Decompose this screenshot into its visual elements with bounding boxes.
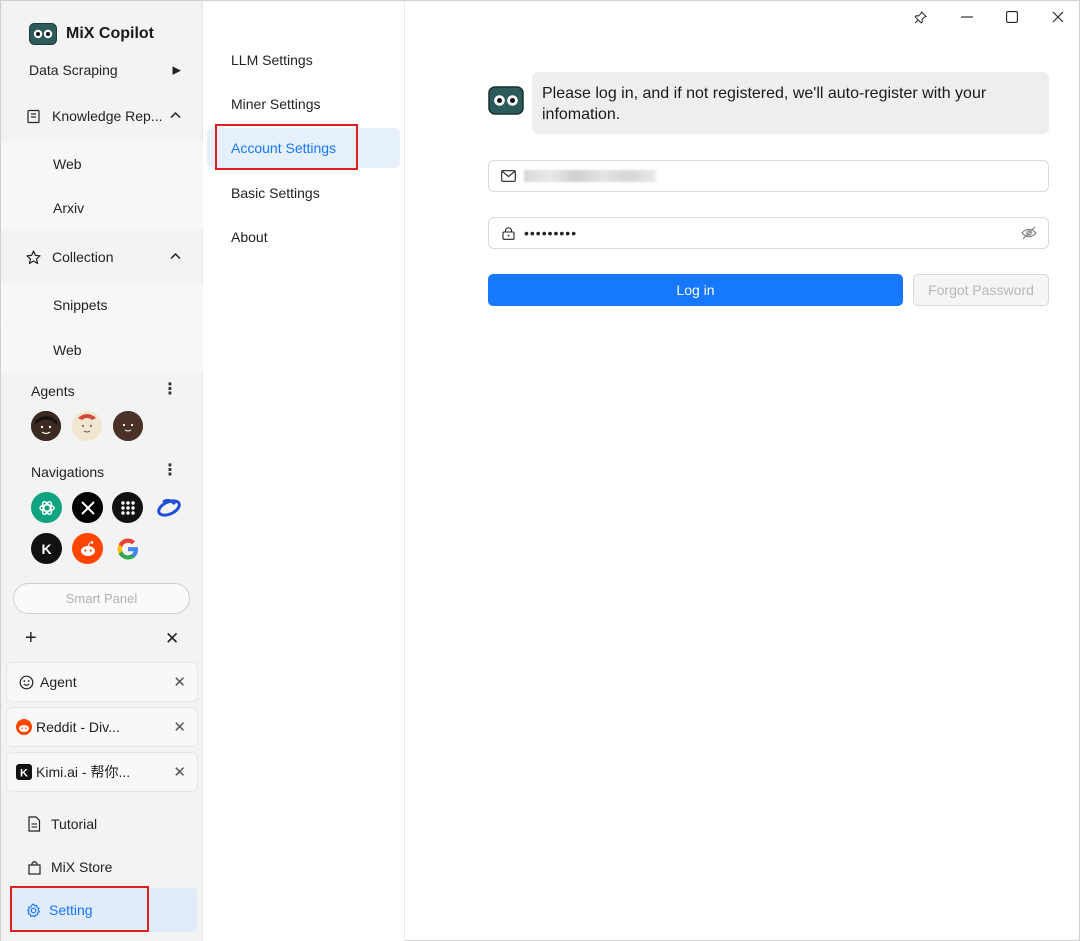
more-icon[interactable]: ⋮: [162, 460, 178, 480]
more-icon[interactable]: ⋮: [162, 379, 178, 399]
document-icon: [26, 816, 42, 832]
mail-icon: [500, 168, 516, 184]
email-field[interactable]: [488, 160, 1049, 192]
minimize-icon[interactable]: [956, 7, 978, 27]
settings-nav-label: Miner Settings: [231, 96, 321, 112]
sidebar-subitem-arxiv[interactable]: Arxiv: [1, 186, 203, 230]
eye-invisible-icon[interactable]: [1021, 226, 1037, 240]
sidebar-subitem-web[interactable]: Web: [1, 142, 203, 186]
main-sidebar: MiX Copilot Data Scraping ▶ Knowledge Re…: [1, 1, 203, 941]
tab-label: Kimi.ai - 帮你...: [36, 764, 131, 780]
tab-agent[interactable]: Agent ✕: [6, 662, 198, 702]
sidebar-item-mix-store[interactable]: MiX Store: [1, 847, 203, 887]
settings-nav-llm[interactable]: LLM Settings: [207, 40, 400, 80]
reddit-icon[interactable]: [72, 533, 103, 564]
password-value: •••••••••: [524, 225, 578, 241]
app-title: MiX Copilot: [29, 23, 154, 45]
sidebar-item-data-scraping[interactable]: Data Scraping ▶: [1, 48, 203, 92]
x-icon[interactable]: [72, 492, 103, 523]
close-tab-icon[interactable]: ✕: [173, 673, 186, 691]
book-icon: [25, 108, 41, 124]
smiley-icon: [18, 674, 34, 690]
agents-section-label: Agents: [31, 383, 75, 399]
sidebar-item-label: MiX Store: [51, 859, 113, 875]
settings-nav-label: Basic Settings: [231, 185, 320, 201]
kimi-icon[interactable]: K: [31, 533, 62, 564]
settings-nav-basic[interactable]: Basic Settings: [207, 173, 400, 213]
sidebar-subitem-label: Web: [53, 156, 82, 172]
settings-nav-account[interactable]: Account Settings: [207, 128, 400, 168]
sidebar-item-collection[interactable]: Collection: [1, 235, 203, 279]
star-icon: [25, 249, 41, 265]
sidebar-item-label: Tutorial: [51, 816, 98, 832]
tab-reddit[interactable]: Reddit - Div... ✕: [6, 707, 198, 747]
settings-nav-label: About: [231, 229, 268, 245]
sidebar-item-setting[interactable]: Setting: [9, 888, 197, 932]
sidebar-subitem-label: Arxiv: [53, 200, 85, 216]
chevron-up-icon: [170, 110, 181, 122]
sidebar-item-tutorial[interactable]: Tutorial: [1, 804, 203, 844]
shopping-bag-icon: [26, 859, 42, 875]
settings-nav-label: LLM Settings: [231, 52, 313, 68]
agent-avatar[interactable]: [72, 411, 102, 441]
masked-email: [524, 170, 656, 182]
lock-icon: [500, 225, 516, 241]
settings-nav-label: Account Settings: [231, 140, 337, 156]
login-button[interactable]: Log in: [488, 274, 903, 306]
kimi-icon: K: [16, 764, 32, 780]
settings-nav: LLM Settings Miner Settings Account Sett…: [203, 1, 405, 941]
settings-nav-about[interactable]: About: [207, 217, 400, 257]
agent-avatar[interactable]: [113, 411, 143, 441]
close-all-tabs-icon[interactable]: ✕: [165, 629, 179, 649]
sidebar-subitem-web[interactable]: Web: [1, 328, 203, 372]
mix-logo-icon: [29, 23, 57, 45]
sidebar-item-knowledge-repo[interactable]: Knowledge Rep...: [1, 94, 203, 138]
forgot-password-button[interactable]: Forgot Password: [913, 274, 1049, 306]
smart-panel-button[interactable]: Smart Panel: [13, 583, 190, 614]
pin-icon[interactable]: [909, 7, 931, 27]
agent-avatar[interactable]: [31, 411, 61, 441]
tab-toolbar: + ✕: [1, 627, 203, 653]
login-message-bubble: Please log in, and if not registered, we…: [532, 72, 1049, 134]
smart-panel-label: Smart Panel: [65, 591, 138, 606]
close-icon[interactable]: [1047, 7, 1069, 27]
password-field[interactable]: •••••••••: [488, 217, 1049, 249]
svg-text:K: K: [20, 768, 28, 780]
mix-logo-icon: [488, 86, 524, 115]
add-tab-icon[interactable]: +: [25, 627, 37, 650]
sidebar-item-label: Collection: [52, 249, 114, 265]
blue-ring-icon[interactable]: [153, 492, 184, 523]
sidebar-subitem-snippets[interactable]: Snippets: [1, 283, 203, 327]
sidebar-subitem-label: Snippets: [53, 297, 108, 313]
settings-nav-miner[interactable]: Miner Settings: [207, 84, 400, 124]
tab-label: Agent: [40, 674, 77, 690]
maximize-icon[interactable]: [1001, 7, 1023, 27]
app-name: MiX Copilot: [66, 25, 154, 42]
chatgpt-icon[interactable]: [31, 492, 62, 523]
gear-icon: [26, 902, 41, 918]
close-tab-icon[interactable]: ✕: [173, 763, 186, 781]
login-message-text: Please log in, and if not registered, we…: [542, 85, 987, 123]
chevron-up-icon: [170, 251, 181, 263]
caret-right-icon: ▶: [172, 64, 181, 77]
navigations-section-label: Navigations: [31, 464, 105, 480]
app-window: MiX Copilot Data Scraping ▶ Knowledge Re…: [0, 0, 1080, 941]
tab-label: Reddit - Div...: [36, 719, 120, 735]
sidebar-item-label: Knowledge Rep...: [52, 108, 163, 124]
google-icon[interactable]: [112, 533, 143, 564]
grid-app-icon[interactable]: [112, 492, 143, 523]
sidebar-item-label: Data Scraping: [29, 62, 118, 78]
tab-kimi[interactable]: K Kimi.ai - 帮你... ✕: [6, 752, 198, 792]
sidebar-subitem-label: Web: [53, 342, 82, 358]
close-tab-icon[interactable]: ✕: [173, 718, 186, 736]
sidebar-item-label: Setting: [49, 902, 93, 918]
reddit-icon: [16, 719, 32, 735]
